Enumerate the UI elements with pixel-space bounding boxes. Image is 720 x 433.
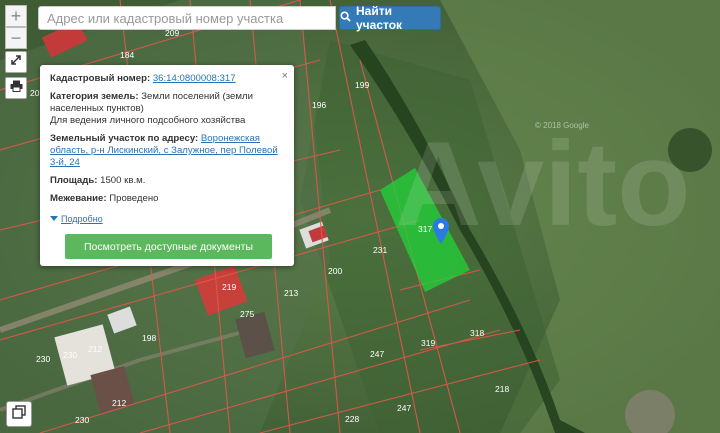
- caret-down-icon: [50, 213, 58, 225]
- plot-label: 319: [421, 338, 435, 348]
- plot-label: 212: [112, 398, 126, 408]
- plot-label: 213: [284, 288, 298, 298]
- printer-icon: [10, 79, 23, 97]
- expand-icon: [10, 53, 22, 71]
- fullscreen-button[interactable]: [5, 51, 27, 73]
- plot-label: 219: [222, 282, 236, 292]
- plot-label: 275: [240, 309, 254, 319]
- address-label: Земельный участок по адресу:: [50, 133, 199, 144]
- plot-label: 218: [495, 384, 509, 394]
- cadastral-number-link[interactable]: 36:14:0800008:317: [153, 73, 236, 84]
- details-toggle[interactable]: Подробно: [50, 213, 284, 225]
- zoom-out-button[interactable]: −: [5, 27, 27, 49]
- search-button[interactable]: Найти участок: [339, 4, 441, 32]
- plot-label: 247: [397, 403, 411, 413]
- plot-label: 184: [120, 50, 134, 60]
- zoom-in-button[interactable]: +: [5, 5, 27, 27]
- view-documents-button[interactable]: Посмотреть доступные документы: [65, 234, 272, 259]
- address-row: Земельный участок по адресу: Воронежская…: [50, 133, 284, 169]
- cadastral-label: Кадастровый номер:: [50, 73, 151, 84]
- plot-label: 231: [373, 245, 387, 255]
- search-button-label: Найти участок: [356, 4, 403, 32]
- area-label: Площадь:: [50, 175, 98, 186]
- area-value: 1500 кв.м.: [100, 175, 146, 186]
- close-button[interactable]: ×: [282, 70, 288, 82]
- plot-label: 199: [355, 80, 369, 90]
- map-copyright: © 2018 Google: [535, 121, 589, 130]
- cadastral-row: Кадастровый номер: 36:14:0800008:317: [50, 73, 284, 85]
- plot-label: 230: [63, 350, 77, 360]
- category-label: Категория земель:: [50, 91, 139, 102]
- plot-label: 318: [470, 328, 484, 338]
- plot-label: 198: [142, 333, 156, 343]
- category-row: Категория земель: Земли поселений (земли…: [50, 91, 284, 127]
- print-button[interactable]: [5, 77, 27, 99]
- plot-label: 230: [36, 354, 50, 364]
- parcel-info-popup: × Кадастровый номер: 36:14:0800008:317 К…: [40, 65, 294, 266]
- layers-icon: [12, 404, 26, 424]
- survey-label: Межевание:: [50, 193, 107, 204]
- usage-value: Для ведения личного подсобного хозяйства: [50, 115, 246, 126]
- plot-label: 212: [88, 344, 102, 354]
- survey-value: Проведено: [109, 193, 159, 204]
- survey-row: Межевание: Проведено: [50, 193, 284, 205]
- plot-label: 200: [328, 266, 342, 276]
- search-input[interactable]: [38, 6, 336, 30]
- area-row: Площадь: 1500 кв.м.: [50, 175, 284, 187]
- plot-label: 196: [312, 100, 326, 110]
- layers-button[interactable]: [6, 401, 32, 427]
- plot-label: 228: [345, 414, 359, 424]
- selected-plot-label: 317: [418, 224, 432, 234]
- watermark: Avito: [395, 117, 691, 251]
- plot-label: 247: [370, 349, 384, 359]
- plot-label: 230: [75, 415, 89, 425]
- details-link[interactable]: Подробно: [61, 213, 103, 225]
- search-icon: [340, 11, 351, 25]
